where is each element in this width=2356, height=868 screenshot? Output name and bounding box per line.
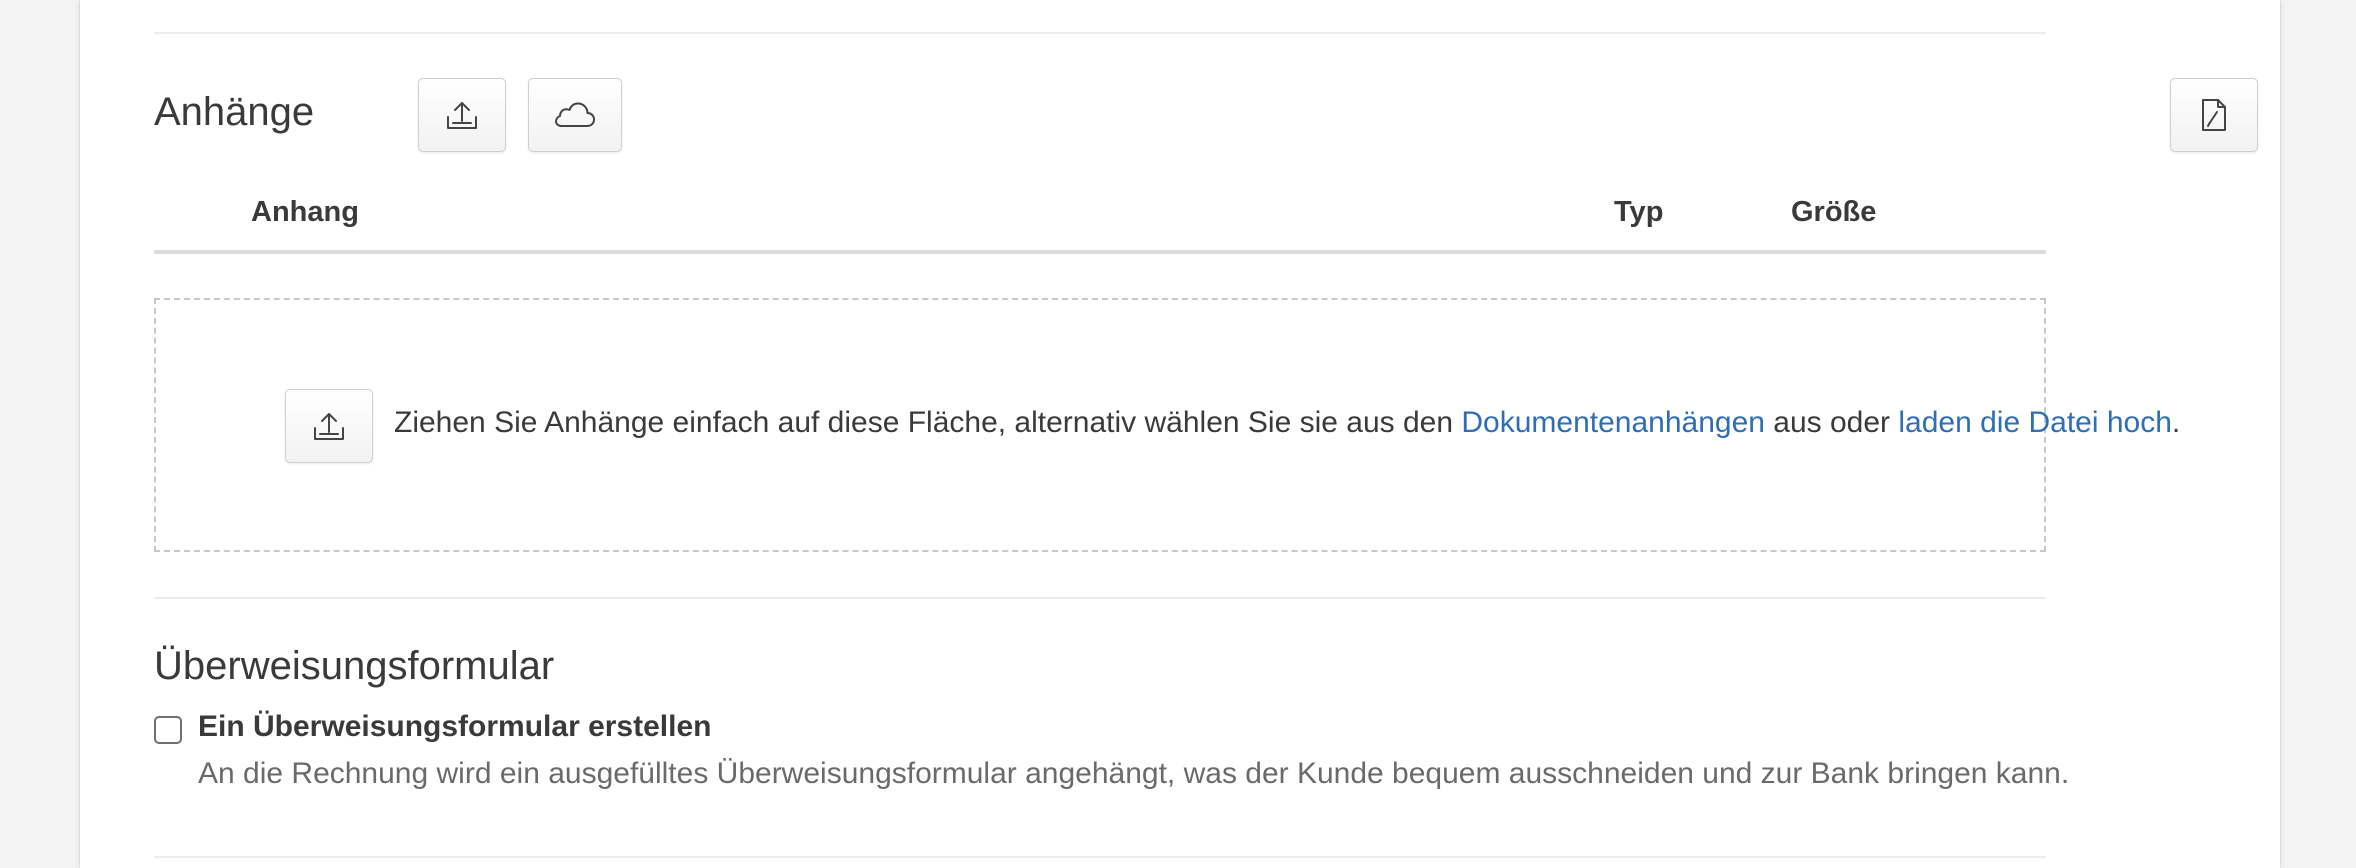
upload-icon [447, 102, 477, 129]
dropzone-text-after: . [2171, 406, 2181, 439]
upload-file-link[interactable]: laden die Datei hoch [1898, 406, 2172, 439]
upload-attachment-button[interactable] [418, 78, 506, 152]
transfer-form-checkbox[interactable] [154, 716, 182, 744]
dropzone-text-middle: aus oder [1764, 406, 1899, 439]
transfer-form-help-text: An die Rechnung wird ein ausgefülltes Üb… [198, 757, 2070, 790]
section-divider [154, 597, 2046, 599]
dropzone-upload-button[interactable] [285, 389, 373, 463]
dropzone-text-before: Ziehen Sie Anhänge einfach auf diese Flä… [394, 406, 1462, 439]
column-header-size: Größe [1791, 196, 1877, 228]
upload-icon [314, 413, 344, 440]
column-header-type: Typ [1614, 196, 1664, 228]
top-divider [154, 32, 2046, 34]
documents-link[interactable]: Dokumentenanhängen [1461, 406, 1765, 439]
dropzone-instructions: Ziehen Sie Anhänge einfach auf diese Flä… [394, 406, 2180, 440]
cloud-icon [555, 102, 595, 127]
transfer-form-checkbox-label[interactable]: Ein Überweisungsformular erstellen [198, 710, 711, 744]
document-edit-button[interactable] [2170, 78, 2258, 152]
bottom-divider [154, 856, 2046, 858]
column-header-attachment: Anhang [251, 196, 359, 228]
document-edit-icon [2202, 99, 2226, 131]
transfer-form-title: Überweisungsformular [154, 644, 555, 688]
attachments-title: Anhänge [154, 90, 315, 134]
cloud-attachment-button[interactable] [528, 78, 622, 152]
table-header-rule [154, 250, 2046, 254]
